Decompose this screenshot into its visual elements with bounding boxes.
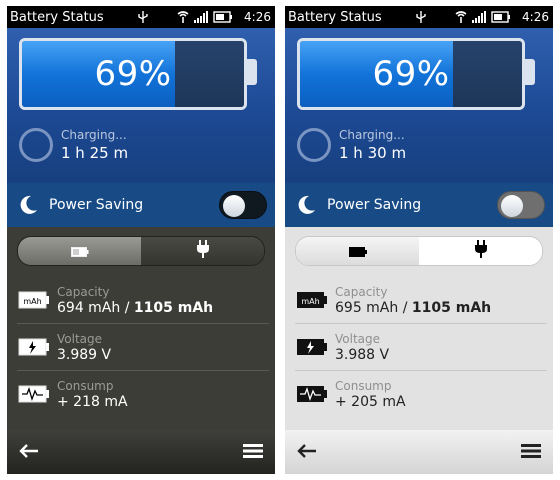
capacity-icon: mAh bbox=[17, 290, 51, 310]
battery-panel: 69% Charging... 1 h 30 m bbox=[285, 28, 553, 183]
voltage-label: Voltage bbox=[335, 331, 381, 346]
status-battery-icon bbox=[213, 11, 233, 23]
back-arrow-icon[interactable] bbox=[297, 443, 317, 462]
plug-icon bbox=[474, 240, 488, 262]
consump-label: Consump bbox=[57, 378, 114, 393]
charger-tab[interactable] bbox=[419, 237, 542, 265]
charging-row: Charging... 1 h 30 m bbox=[297, 128, 406, 162]
usb-icon bbox=[416, 11, 426, 23]
capacity-row: mAh Capacity 695 mAh / 1105 mAh bbox=[295, 277, 547, 323]
back-arrow-icon[interactable] bbox=[19, 443, 39, 462]
capacity-icon-text: mAh bbox=[301, 297, 319, 306]
toggle-knob bbox=[223, 195, 245, 217]
status-bar: Battery Status 4:26 bbox=[285, 6, 553, 28]
plug-icon bbox=[196, 240, 210, 262]
capacity-value: 694 mAh / 1105 mAh bbox=[57, 300, 213, 316]
moon-icon bbox=[295, 194, 317, 216]
charging-time: 1 h 30 m bbox=[339, 144, 407, 162]
view-segmented-control bbox=[295, 236, 543, 266]
battery-tip bbox=[247, 59, 257, 85]
capacity-separator: / bbox=[398, 299, 412, 316]
consump-row: Consump + 205 mA bbox=[295, 371, 547, 417]
phone-screen-light: Battery Status 4:26 69% Charging... 1 h … bbox=[285, 6, 553, 474]
charging-label: Charging... bbox=[339, 128, 405, 142]
capacity-separator: / bbox=[120, 299, 134, 316]
charger-tab[interactable] bbox=[141, 237, 264, 265]
charging-row: Charging... 1 h 25 m bbox=[19, 128, 128, 162]
view-segmented-control bbox=[17, 236, 265, 266]
app-title: Battery Status bbox=[288, 9, 382, 25]
moon-icon bbox=[17, 194, 39, 216]
menu-icon[interactable] bbox=[243, 443, 263, 462]
status-bar: Battery Status 4:26 bbox=[7, 6, 275, 28]
capacity-total: 1105 mAh bbox=[133, 299, 214, 316]
status-battery-icon bbox=[491, 11, 511, 23]
capacity-current: 695 mAh bbox=[335, 299, 399, 316]
battery-tab[interactable] bbox=[18, 237, 141, 265]
app-title: Battery Status bbox=[10, 9, 104, 25]
consumption-icon bbox=[295, 384, 329, 404]
capacity-total: 1105 mAh bbox=[411, 299, 492, 316]
consump-value: + 218 mA bbox=[57, 393, 128, 410]
signal-icon bbox=[194, 11, 209, 23]
phone-screen-dark: Battery Status 4:26 69% Charging... 1 h … bbox=[7, 6, 275, 474]
voltage-label: Voltage bbox=[57, 331, 103, 346]
battery-tip bbox=[525, 59, 535, 85]
consump-value: + 205 mA bbox=[335, 393, 406, 410]
voltage-icon bbox=[17, 337, 51, 357]
power-saving-toggle[interactable] bbox=[497, 191, 545, 219]
charging-spinner-icon bbox=[297, 128, 331, 162]
power-saving-toggle[interactable] bbox=[219, 191, 267, 219]
details-area: mAh Capacity 694 mAh / 1105 mAh Voltage … bbox=[7, 227, 275, 430]
details-area: mAh Capacity 695 mAh / 1105 mAh Voltage … bbox=[285, 227, 553, 430]
capacity-current: 694 mAh bbox=[57, 299, 121, 316]
charging-spinner-icon bbox=[19, 128, 53, 162]
battery-icon bbox=[70, 242, 89, 261]
wifi-icon bbox=[455, 11, 467, 23]
capacity-icon: mAh bbox=[295, 290, 329, 310]
voltage-value: 3.988 V bbox=[335, 346, 390, 363]
consump-row: Consump + 218 mA bbox=[17, 371, 269, 417]
battery-percent: 69% bbox=[94, 54, 172, 94]
capacity-value: 695 mAh / 1105 mAh bbox=[335, 300, 491, 316]
menu-icon[interactable] bbox=[521, 443, 541, 462]
voltage-value: 3.989 V bbox=[57, 346, 112, 363]
charging-label: Charging... bbox=[61, 128, 127, 142]
power-saving-row: Power Saving bbox=[285, 183, 553, 227]
consump-label: Consump bbox=[335, 378, 392, 393]
battery-panel: 69% Charging... 1 h 25 m bbox=[7, 28, 275, 183]
battery-tab[interactable] bbox=[296, 237, 419, 265]
wifi-icon bbox=[177, 11, 189, 23]
voltage-row: Voltage 3.989 V bbox=[17, 324, 269, 370]
bottom-toolbar bbox=[285, 430, 553, 474]
voltage-row: Voltage 3.988 V bbox=[295, 324, 547, 370]
capacity-icon-text: mAh bbox=[23, 297, 41, 306]
toggle-knob bbox=[501, 195, 523, 217]
consumption-icon bbox=[17, 384, 51, 404]
capacity-row: mAh Capacity 694 mAh / 1105 mAh bbox=[17, 277, 269, 323]
power-saving-row: Power Saving bbox=[7, 183, 275, 227]
usb-icon bbox=[138, 11, 148, 23]
status-time: 4:26 bbox=[522, 10, 549, 24]
capacity-label: Capacity bbox=[335, 284, 388, 299]
power-saving-label: Power Saving bbox=[327, 197, 422, 213]
power-saving-label: Power Saving bbox=[49, 197, 144, 213]
status-time: 4:26 bbox=[244, 10, 271, 24]
battery-icon bbox=[348, 242, 367, 261]
charging-time: 1 h 25 m bbox=[61, 144, 129, 162]
bottom-toolbar bbox=[7, 430, 275, 474]
voltage-icon bbox=[295, 337, 329, 357]
battery-percent: 69% bbox=[372, 54, 450, 94]
signal-icon bbox=[472, 11, 487, 23]
capacity-label: Capacity bbox=[57, 284, 110, 299]
